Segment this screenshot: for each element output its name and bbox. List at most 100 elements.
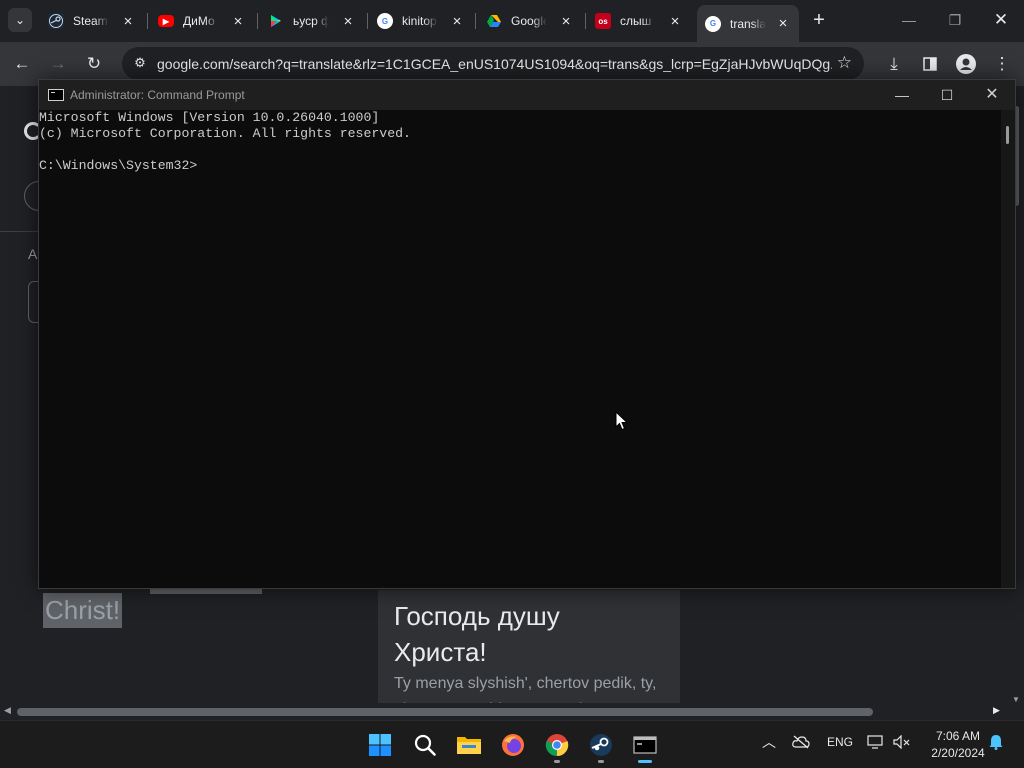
console-output[interactable]: Microsoft Windows [Version 10.0.26040.10… <box>39 110 1001 588</box>
os-icon: os <box>595 13 611 29</box>
more-vert-icon: ⋮ <box>993 54 1011 73</box>
reload-icon: ↻ <box>86 54 102 73</box>
chrome-menu-button[interactable]: ⋮ <box>988 50 1016 78</box>
tab-search-button[interactable]: ⌄ <box>8 8 32 32</box>
page-text-fragment: A <box>28 246 38 262</box>
running-indicator <box>554 760 560 763</box>
page-horizontal-scrollbar[interactable]: ◀ ▶ <box>0 703 1009 720</box>
downloads-button[interactable]: ⤓ <box>880 50 908 78</box>
browser-tab-strip: ⌄ Steam × ▶ ДиМо × ьуср ф × G kinitop × … <box>0 0 1024 42</box>
new-tab-button[interactable]: + <box>809 9 829 31</box>
scroll-right-icon[interactable]: ▶ <box>993 705 1000 716</box>
show-hidden-icons-chevron-icon[interactable]: ︿ <box>762 732 776 752</box>
tab-google-drive[interactable]: Google × <box>478 5 582 37</box>
profile-icon <box>956 54 976 74</box>
language-indicator[interactable]: ENG <box>827 735 853 749</box>
tab-title: Steam <box>73 14 108 28</box>
download-icon: ⤓ <box>890 54 898 73</box>
volume-muted-icon[interactable] <box>893 734 911 752</box>
active-indicator <box>638 760 652 763</box>
taskbar-file-explorer[interactable] <box>453 729 485 761</box>
address-bar[interactable]: ⚙ google.com/search?q=translate&rlz=1C1G… <box>122 47 864 80</box>
bookmark-star-icon[interactable]: ☆ <box>837 53 852 73</box>
steam-icon <box>48 13 64 29</box>
google-play-icon <box>268 13 284 29</box>
taskbar-firefox[interactable] <box>497 729 529 761</box>
site-info-icon[interactable]: ⚙ <box>132 55 148 71</box>
google-drive-icon <box>486 13 502 29</box>
restore-button[interactable]: ❐ <box>932 6 978 34</box>
scroll-down-icon[interactable]: ▼ <box>1012 695 1020 704</box>
tab-title: слыш <box>620 14 652 28</box>
profile-button[interactable] <box>952 50 980 78</box>
search-icon <box>414 734 436 756</box>
tab-title: Google <box>511 14 547 28</box>
start-button[interactable] <box>364 729 396 761</box>
forward-button[interactable]: → <box>44 50 72 78</box>
network-icon[interactable] <box>867 735 885 752</box>
translation-line-2: Христа! <box>394 637 487 667</box>
cmd-scrollbar[interactable] <box>1001 110 1015 588</box>
cloud-offline-icon[interactable] <box>792 735 810 752</box>
taskbar-chrome[interactable] <box>541 729 573 763</box>
clock-date: 2/20/2024 <box>931 746 985 760</box>
chrome-icon <box>545 734 569 757</box>
close-window-button[interactable]: ✕ <box>978 6 1024 34</box>
tab-title: translat <box>730 16 766 31</box>
tab-translate[interactable]: G translat × <box>697 5 799 42</box>
taskbar-clock[interactable]: 7:06 AM 2/20/2024 <box>918 728 998 762</box>
console-line: Microsoft Windows [Version 10.0.26040.10… <box>39 110 380 125</box>
source-divider <box>150 589 262 594</box>
start-icon <box>369 734 391 756</box>
transliteration-text: Ty menya slyshish', chertov pedik, ty, <box>394 675 657 692</box>
reload-button[interactable]: ↻ <box>80 50 108 78</box>
scroll-left-icon[interactable]: ◀ <box>4 705 11 716</box>
tab-title: ДиМо <box>183 14 215 28</box>
tab-google-play[interactable]: ьуср ф × <box>260 5 364 37</box>
side-panel-icon <box>923 57 937 71</box>
cmd-maximize-button[interactable]: ☐ <box>932 85 962 105</box>
tab-title: ьуср ф <box>293 14 329 28</box>
cmd-close-button[interactable]: ✕ <box>977 85 1007 105</box>
tab-divider <box>257 13 258 29</box>
close-icon[interactable]: × <box>120 13 136 30</box>
command-prompt-icon <box>48 89 64 101</box>
youtube-icon: ▶ <box>158 15 174 27</box>
taskbar-steam[interactable] <box>585 729 617 763</box>
translation-line-1: Господь душу <box>394 601 560 631</box>
clock-time: 7:06 AM <box>935 729 981 743</box>
side-panel-button[interactable] <box>916 50 944 78</box>
close-icon[interactable]: × <box>449 13 465 30</box>
tab-kinitop[interactable]: G kinitop × <box>369 5 473 37</box>
close-icon[interactable]: × <box>558 13 574 30</box>
url-text[interactable]: google.com/search?q=translate&rlz=1C1GCE… <box>157 56 832 72</box>
minimize-button[interactable]: — <box>886 6 932 34</box>
close-icon[interactable]: × <box>340 13 356 30</box>
cmd-minimize-button[interactable]: — <box>887 85 917 105</box>
windows-taskbar: ︿ ENG 7:06 AM 2/20/2024 <box>0 720 1024 768</box>
cmd-window-title: Administrator: Command Prompt <box>70 88 245 102</box>
close-icon[interactable]: × <box>230 13 246 30</box>
command-prompt-icon <box>633 736 657 754</box>
tab-steam[interactable]: Steam × <box>40 5 144 37</box>
tab-youtube[interactable]: ▶ ДиМо × <box>150 5 254 37</box>
tab-os[interactable]: os слыш × <box>587 5 691 37</box>
arrow-right-icon: → <box>49 54 67 73</box>
mouse-cursor-icon <box>615 411 629 431</box>
file-explorer-icon <box>457 737 481 754</box>
close-icon[interactable]: × <box>667 13 683 30</box>
taskbar-command-prompt[interactable] <box>629 729 661 763</box>
scrollbar-thumb[interactable] <box>1006 126 1009 144</box>
google-icon: G <box>705 15 721 32</box>
back-button[interactable]: ← <box>8 50 36 78</box>
steam-icon <box>590 734 612 756</box>
close-icon[interactable]: × <box>775 15 791 32</box>
console-prompt: C:\Windows\System32> <box>39 158 198 173</box>
scrollbar-thumb[interactable] <box>17 708 873 716</box>
cmd-title-bar[interactable]: Administrator: Command Prompt — ☐ ✕ <box>39 80 1015 110</box>
notification-bell-icon[interactable] <box>989 734 1003 753</box>
taskbar-search-button[interactable] <box>409 729 441 761</box>
google-icon: G <box>377 13 393 29</box>
translation-result-panel: Господь душу Христа! Ty menya slyshish',… <box>378 590 680 706</box>
command-prompt-window[interactable]: Administrator: Command Prompt — ☐ ✕ Micr… <box>38 79 1016 589</box>
